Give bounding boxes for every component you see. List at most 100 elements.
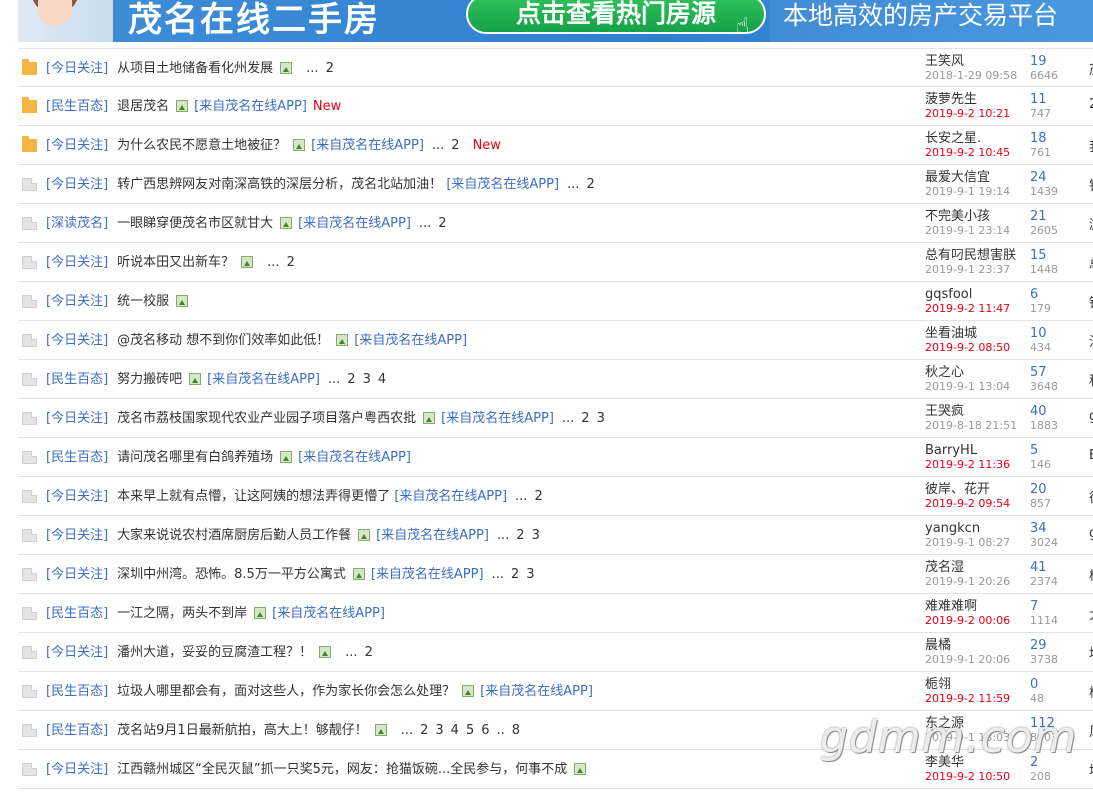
thread-category-link[interactable]: [今日关注] [46,528,108,543]
thread-category-link[interactable]: [民生百态] [46,450,108,465]
last-post-user[interactable]: 油 [1089,331,1093,350]
last-post-user[interactable]: 风 [1089,721,1093,740]
from-app-link[interactable]: [来自茂名在线APP] [272,606,385,621]
last-post-user[interactable]: 茂 [1089,59,1093,78]
last-post-user[interactable]: 彼 [1089,487,1093,506]
ad-banner[interactable]: 茂名在线二手房 点击查看热门房源 ☝ 本地高效的房产交易平台 [18,0,1093,42]
thread-title-link[interactable]: 努力搬砖吧 [117,372,182,387]
author-name-link[interactable]: 难难难啊 [925,600,1035,614]
thread-title-link[interactable]: 听说本田又出新车？ [117,255,234,270]
last-post-user[interactable]: 2 [1089,97,1093,112]
thread-category-link[interactable]: [今日关注] [46,333,108,348]
thread-title-link[interactable]: 垃圾人哪里都会有，面对这些人，作为家长你会怎么处理？ [117,684,455,699]
thread-category-link[interactable]: [民生百态] [46,606,108,621]
reply-count-link[interactable]: 19 [1030,55,1080,69]
thread-title-link[interactable]: 本来早上就有点懵，让这阿姨的想法弄得更懵了 [117,489,390,504]
thread-title-link[interactable]: 请问茂名哪里有白鸽养殖场 [117,450,273,465]
reply-count-link[interactable]: 41 [1030,561,1080,575]
from-app-link[interactable]: [来自茂名在线APP] [480,684,593,699]
page-link[interactable]: 3 [597,411,605,426]
page-link[interactable]: 2 [511,567,519,582]
author-name-link[interactable]: BarryHL [925,444,1035,458]
thread-title-link[interactable]: 潘州大道，妥妥的豆腐渣工程？！ [117,645,312,660]
last-post-user[interactable]: 大 [1089,604,1093,623]
from-app-link[interactable]: [来自茂名在线APP] [298,450,411,465]
reply-count-link[interactable]: 29 [1030,639,1080,653]
banner-cta-button[interactable]: 点击查看热门房源 [466,0,766,34]
page-link[interactable]: 3 [526,567,534,582]
thread-title-link[interactable]: 统一校服 [117,294,169,309]
thread-title-link[interactable]: 一江之隔，两头不到岸 [117,606,247,621]
from-app-link[interactable]: [来自茂名在线APP] [441,411,554,426]
page-link[interactable]: 2 [420,723,428,738]
last-post-user[interactable]: 坑 [1089,643,1093,662]
reply-count-link[interactable]: 7 [1030,600,1080,614]
thread-title-link[interactable]: 江西赣州城区“全民灭鼠”抓一只奖5元，网友：抢猫饭碗...全民参与，何事不成 [117,762,567,777]
reply-count-link[interactable]: 24 [1030,171,1080,185]
thread-title-link[interactable]: 茂名市荔枝国家现代农业产业园子项目落户粤西农批 [117,411,416,426]
page-link[interactable]: 2 [347,372,355,387]
author-name-link[interactable]: 不完美小孩 [925,210,1035,224]
last-post-user[interactable]: 坑 [1089,760,1093,779]
author-name-link[interactable]: 晨橘 [925,639,1035,653]
thread-title-link[interactable]: 深圳中州湾。恐怖。8.5万一平方公寓式 [117,567,346,582]
last-post-user[interactable]: g [1089,409,1093,424]
thread-category-link[interactable]: [今日关注] [46,255,108,270]
reply-count-link[interactable]: 34 [1030,522,1080,536]
page-link[interactable]: 5 [466,723,474,738]
page-link[interactable]: 6 [481,723,489,738]
author-name-link[interactable]: 长安之星. [925,132,1035,146]
thread-title-link[interactable]: 转广西思辨网友对南深高铁的深层分析，茂名北站加油！ [117,177,442,192]
reply-count-link[interactable]: 21 [1030,210,1080,224]
page-link[interactable]: 8 [512,723,520,738]
from-app-link[interactable]: [来自茂名在线APP] [394,489,507,504]
thread-category-link[interactable]: [民生百态] [46,99,108,114]
reply-count-link[interactable]: 6 [1030,288,1080,302]
last-post-user[interactable]: 铁 [1089,175,1093,194]
reply-count-link[interactable]: 57 [1030,366,1080,380]
from-app-link[interactable]: [来自茂名在线APP] [207,372,320,387]
thread-category-link[interactable]: [今日关注] [46,645,108,660]
thread-category-link[interactable]: [今日关注] [46,567,108,582]
page-link[interactable]: 2 [581,411,589,426]
page-link[interactable]: 3 [435,723,443,738]
last-post-user[interactable]: g [1089,526,1093,541]
author-name-link[interactable]: 王哭疯 [925,405,1035,419]
thread-category-link[interactable]: [民生百态] [46,372,108,387]
thread-title-link[interactable]: 从项目土地储备看化州发展 [117,61,273,76]
last-post-user[interactable]: 游 [1089,214,1093,233]
reply-count-link[interactable]: 10 [1030,327,1080,341]
from-app-link[interactable]: [来自茂名在线APP] [446,177,559,192]
from-app-link[interactable]: [来自茂名在线APP] [311,138,424,153]
page-link[interactable]: 2 [287,255,295,270]
reply-count-link[interactable]: 15 [1030,249,1080,263]
last-post-user[interactable]: 栀 [1089,682,1093,701]
author-name-link[interactable]: 坐看油城 [925,327,1035,341]
thread-category-link[interactable]: [今日关注] [46,762,108,777]
thread-category-link[interactable]: [深读茂名] [46,216,108,231]
reply-count-link[interactable]: 18 [1030,132,1080,146]
author-name-link[interactable]: 最爱大信宜 [925,171,1035,185]
from-app-link[interactable]: [来自茂名在线APP] [194,99,307,114]
page-link[interactable]: 2 [438,216,446,231]
thread-category-link[interactable]: [今日关注] [46,411,108,426]
author-name-link[interactable]: gqsfool [925,288,1035,302]
author-name-link[interactable]: 茂名湿 [925,561,1035,575]
thread-title-link[interactable]: 为什么农民不愿意土地被征？ [117,138,286,153]
thread-title-link[interactable]: @茂名移动 想不到你们效率如此低！ [117,333,329,348]
from-app-link[interactable]: [来自茂名在线APP] [298,216,411,231]
thread-title-link[interactable]: 茂名站9月1日最新航拍，高大上！够靓仔！ [117,723,368,738]
author-name-link[interactable]: 总有叼民想害朕 [925,249,1035,263]
last-post-user[interactable]: 总 [1089,253,1093,272]
last-post-user[interactable]: 桂 [1089,565,1093,584]
author-name-link[interactable]: yangkcn [925,522,1035,536]
thread-category-link[interactable]: [今日关注] [46,294,108,309]
reply-count-link[interactable]: 40 [1030,405,1080,419]
page-link[interactable]: 2 [326,61,334,76]
author-name-link[interactable]: 彼岸、花开 [925,483,1035,497]
last-post-user[interactable]: 钟 [1089,292,1093,311]
page-link[interactable]: 4 [378,372,386,387]
thread-title-link[interactable]: 退居茂名 [117,99,169,114]
thread-category-link[interactable]: [今日关注] [46,61,108,76]
thread-category-link[interactable]: [今日关注] [46,489,108,504]
